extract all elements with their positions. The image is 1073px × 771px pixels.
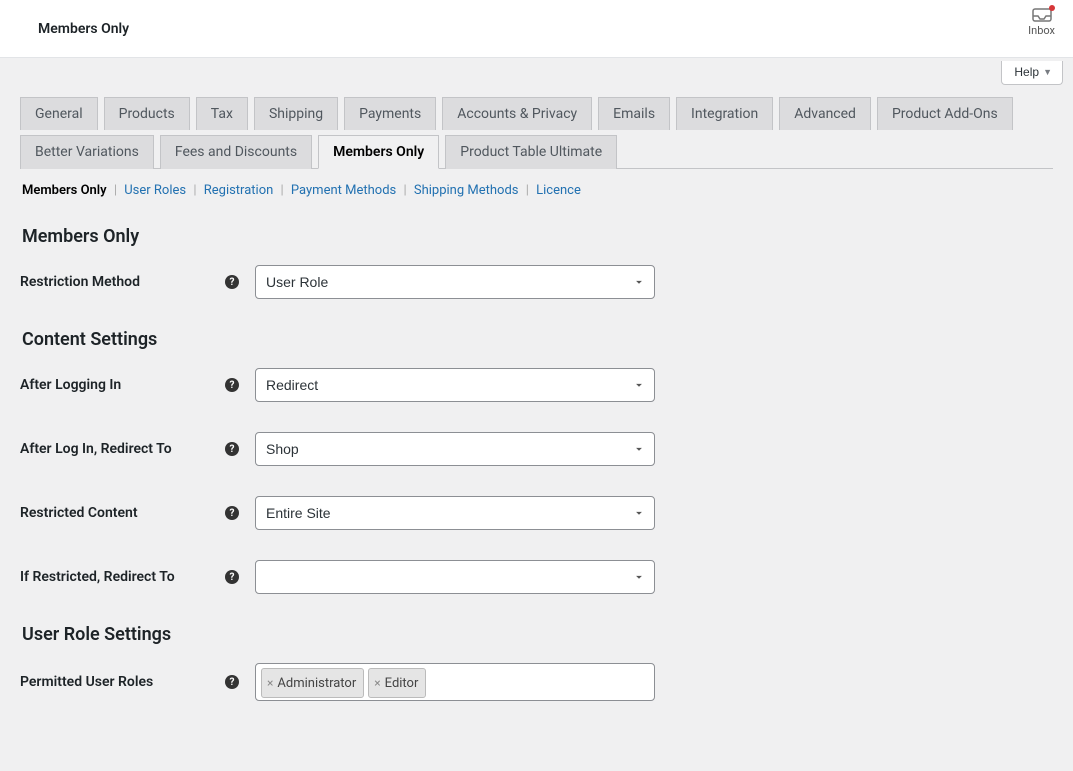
section-heading-content: Content Settings [22, 329, 1053, 350]
help-row: Help ▼ [0, 58, 1073, 85]
separator: | [107, 183, 125, 198]
help-icon[interactable]: ? [225, 506, 239, 520]
remove-tag-icon[interactable]: × [374, 676, 380, 690]
label-text: If Restricted, Redirect To [20, 569, 175, 585]
label-restriction-method: Restriction Method ? [20, 274, 255, 290]
help-label: Help [1014, 65, 1039, 79]
separator: | [273, 183, 291, 198]
inbox-icon [1032, 8, 1052, 22]
field-if-restricted-redirect: If Restricted, Redirect To ? [20, 560, 1053, 594]
page-title: Members Only [38, 21, 129, 37]
notification-dot [1049, 5, 1055, 11]
tab-emails[interactable]: Emails [598, 97, 670, 130]
tab-fees-and-discounts[interactable]: Fees and Discounts [160, 135, 312, 169]
tab-product-add-ons[interactable]: Product Add-Ons [877, 97, 1013, 130]
tab-shipping[interactable]: Shipping [254, 97, 338, 130]
role-tag: × Administrator [261, 668, 364, 698]
label-text: After Log In, Redirect To [20, 441, 172, 457]
subsection-members-only: Members Only [22, 183, 107, 198]
tab-general[interactable]: General [20, 97, 98, 130]
label-text: Permitted User Roles [20, 674, 153, 690]
subsection-licence[interactable]: Licence [536, 183, 581, 198]
subsection-payment-methods[interactable]: Payment Methods [291, 183, 396, 198]
field-after-login-redirect: After Log In, Redirect To ? Shop [20, 432, 1053, 466]
help-icon[interactable]: ? [225, 675, 239, 689]
tab-products[interactable]: Products [104, 97, 190, 130]
label-if-restricted-redirect: If Restricted, Redirect To ? [20, 569, 255, 585]
field-restricted-content: Restricted Content ? Entire Site [20, 496, 1053, 530]
tab-tax[interactable]: Tax [196, 97, 248, 130]
tab-members-only[interactable]: Members Only [318, 135, 439, 169]
tab-advanced[interactable]: Advanced [779, 97, 871, 130]
restriction-method-select[interactable]: User Role [255, 265, 655, 299]
section-heading-user-role: User Role Settings [22, 624, 1053, 645]
field-after-logging-in: After Logging In ? Redirect [20, 368, 1053, 402]
separator: | [519, 183, 537, 198]
field-restriction-method: Restriction Method ? User Role [20, 265, 1053, 299]
label-restricted-content: Restricted Content ? [20, 505, 255, 521]
role-tag-label: Editor [385, 676, 419, 691]
inbox-label: Inbox [1028, 24, 1055, 37]
tab-integration[interactable]: Integration [676, 97, 773, 130]
chevron-down-icon: ▼ [1043, 67, 1052, 77]
label-text: Restriction Method [20, 274, 140, 290]
tab-product-table-ultimate[interactable]: Product Table Ultimate [445, 135, 617, 169]
help-toggle[interactable]: Help ▼ [1001, 61, 1063, 85]
top-bar: Members Only Inbox [0, 0, 1073, 58]
role-tag-label: Administrator [277, 676, 356, 691]
after-login-redirect-select[interactable]: Shop [255, 432, 655, 466]
restricted-content-select[interactable]: Entire Site [255, 496, 655, 530]
subsection-registration[interactable]: Registration [204, 183, 274, 198]
tab-better-variations[interactable]: Better Variations [20, 135, 154, 169]
help-icon[interactable]: ? [225, 378, 239, 392]
label-text: After Logging In [20, 377, 121, 393]
label-permitted-roles: Permitted User Roles ? [20, 674, 255, 690]
sub-sections: Members Only | User Roles | Registration… [20, 169, 1053, 204]
remove-tag-icon[interactable]: × [267, 676, 273, 690]
tab-payments[interactable]: Payments [344, 97, 436, 130]
separator: | [396, 183, 414, 198]
after-logging-in-select[interactable]: Redirect [255, 368, 655, 402]
separator: | [186, 183, 204, 198]
subsection-user-roles[interactable]: User Roles [124, 183, 186, 198]
content: GeneralProductsTaxShippingPaymentsAccoun… [0, 85, 1073, 771]
help-icon[interactable]: ? [225, 275, 239, 289]
section-heading-members-only: Members Only [22, 226, 1053, 247]
if-restricted-redirect-select[interactable] [255, 560, 655, 594]
permitted-roles-multiselect[interactable]: × Administrator × Editor [255, 663, 655, 701]
field-permitted-roles: Permitted User Roles ? × Administrator × Ed… [20, 663, 1053, 701]
label-after-logging-in: After Logging In ? [20, 377, 255, 393]
inbox-button[interactable]: Inbox [1028, 8, 1055, 37]
tab-accounts-privacy[interactable]: Accounts & Privacy [442, 97, 592, 130]
label-text: Restricted Content [20, 505, 138, 521]
help-icon[interactable]: ? [225, 570, 239, 584]
role-tag: × Editor [368, 668, 426, 698]
label-after-login-redirect: After Log In, Redirect To ? [20, 441, 255, 457]
subsection-shipping-methods[interactable]: Shipping Methods [414, 183, 519, 198]
tabs-nav: GeneralProductsTaxShippingPaymentsAccoun… [20, 85, 1053, 169]
help-icon[interactable]: ? [225, 442, 239, 456]
